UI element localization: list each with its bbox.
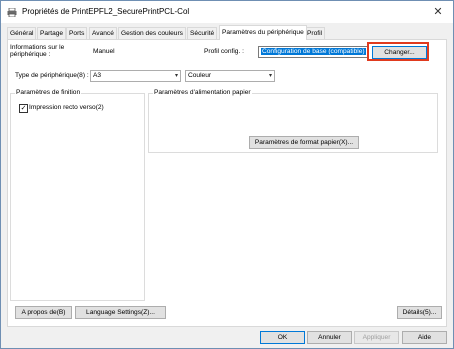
close-icon[interactable]: ✕ — [428, 4, 448, 20]
color-mode-value: Couleur — [188, 72, 212, 79]
finishing-group: Paramètres de finition ✓ Impression rect… — [10, 89, 145, 301]
duplex-checkbox[interactable]: ✓ — [19, 104, 28, 113]
paper-feed-group-title: Paramètres d'alimentation papier — [153, 89, 252, 96]
device-info-label-line2: périphérique : — [10, 51, 51, 58]
cancel-button[interactable]: Annuler — [307, 331, 352, 344]
about-button[interactable]: A propos de(B) — [15, 306, 72, 319]
apply-button[interactable]: Appliquer — [354, 331, 399, 344]
check-icon: ✓ — [20, 105, 27, 112]
tab-ports[interactable]: Ports — [66, 27, 88, 39]
chevron-down-icon: ▾ — [174, 73, 178, 79]
device-info-value: Manuel — [93, 48, 115, 55]
device-type-value: A3 — [93, 72, 102, 79]
tab-color-management[interactable]: Gestion des couleurs — [118, 27, 186, 39]
properties-window: Propriétés de PrintEPFL2_SecurePrintPCL-… — [0, 0, 454, 349]
details-button[interactable]: Détails(5)... — [397, 306, 442, 319]
help-button[interactable]: Aide — [402, 331, 447, 344]
profile-config-label: Profil config. : — [204, 48, 244, 55]
paper-format-button[interactable]: Paramètres de format papier(X)... — [249, 136, 359, 149]
tab-profile[interactable]: Profil — [304, 27, 326, 39]
finishing-group-title: Paramètres de finition — [15, 89, 82, 96]
title-bar: Propriétés de PrintEPFL2_SecurePrintPCL-… — [1, 1, 453, 23]
tab-advanced[interactable]: Avancé — [89, 27, 117, 39]
printer-icon — [7, 7, 17, 18]
language-settings-button[interactable]: Language Settings(Z)... — [75, 306, 166, 319]
profile-config-field[interactable]: Configuration de base (compatible) — [258, 46, 368, 58]
device-type-select[interactable]: A3 ▾ — [90, 70, 181, 82]
highlight-box — [367, 42, 429, 61]
tab-device-settings[interactable]: Paramètres du périphérique — [219, 25, 307, 40]
duplex-label: Impression recto verso(2) — [29, 104, 104, 111]
window-title: Propriétés de PrintEPFL2_SecurePrintPCL-… — [22, 7, 190, 16]
paper-feed-group: Paramètres d'alimentation papier Paramèt… — [148, 89, 438, 153]
device-info-label-line1: Informations sur le — [10, 44, 65, 51]
device-type-label: Type de périphérique(8) : — [15, 72, 89, 79]
dialog-body: Général Partage Ports Avancé Gestion des… — [1, 23, 453, 348]
device-settings-panel: Informations sur le périphérique : Manue… — [7, 39, 447, 327]
profile-config-value: Configuration de base (compatible) — [261, 48, 366, 55]
tab-sharing[interactable]: Partage — [37, 27, 67, 39]
ok-button[interactable]: OK — [260, 331, 305, 344]
color-mode-select[interactable]: Couleur ▾ — [185, 70, 275, 82]
tab-security[interactable]: Sécurité — [187, 27, 218, 39]
tab-general[interactable]: Général — [7, 27, 37, 39]
chevron-down-icon: ▾ — [268, 73, 272, 79]
